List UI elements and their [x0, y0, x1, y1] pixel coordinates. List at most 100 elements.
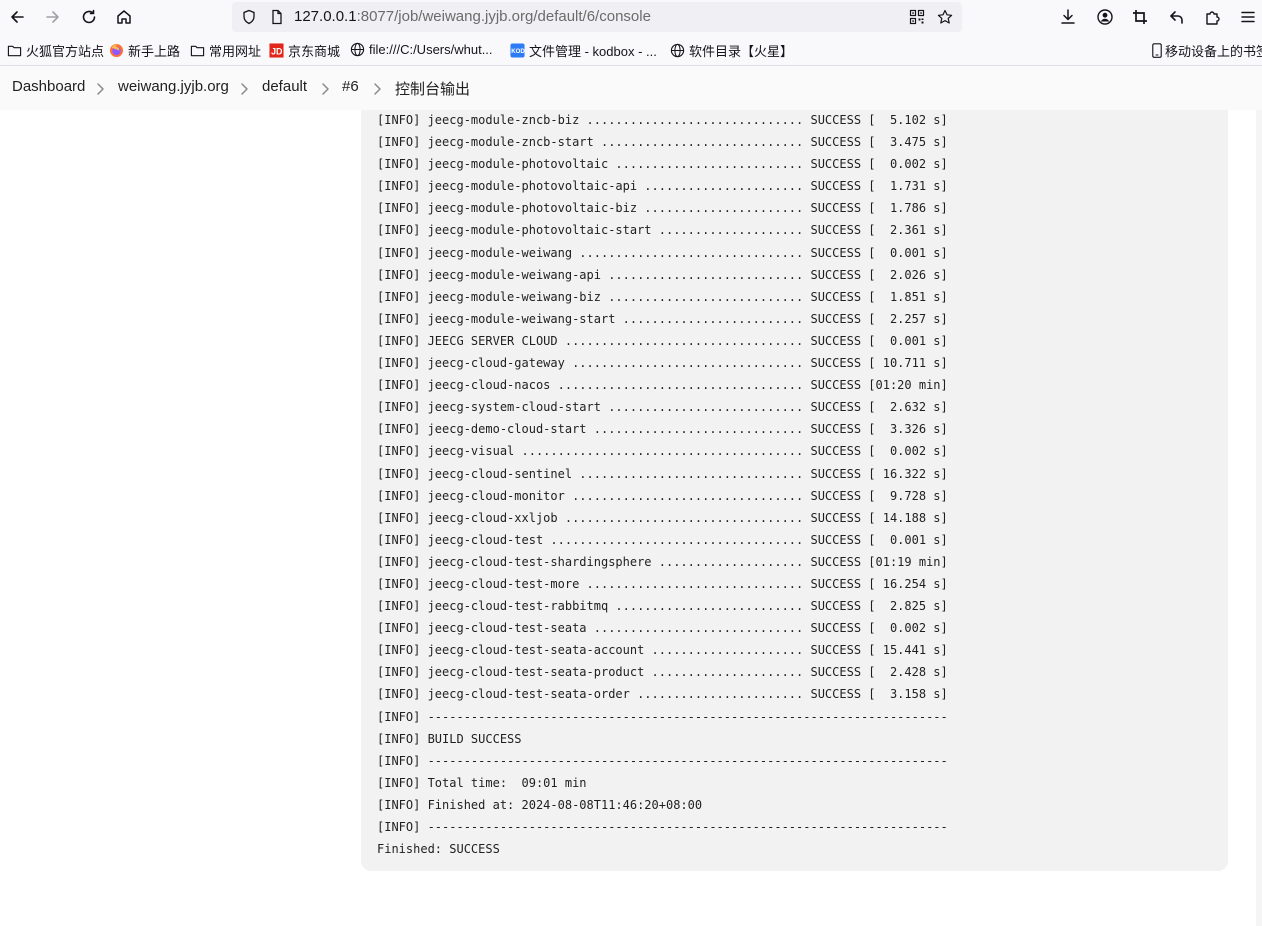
- breadcrumb-build[interactable]: #6: [342, 78, 359, 95]
- account-button[interactable]: [1091, 3, 1119, 31]
- mobile-bookmarks[interactable]: 移动设备上的书签: [1151, 41, 1262, 60]
- chevron-right-icon: [239, 81, 251, 95]
- reload-icon: [82, 9, 96, 24]
- globe-icon: [669, 43, 685, 59]
- console-line: [INFO] Total time: 09:01 min: [377, 775, 587, 790]
- console-line: [INFO] ---------------------------------…: [377, 709, 948, 724]
- screenshot-button[interactable]: [1126, 3, 1154, 31]
- bookmark-label: 火狐官方站点: [26, 44, 105, 59]
- url-bar[interactable]: 127.0.0.1:8077/job/weiwang.jyjb.org/defa…: [232, 2, 962, 32]
- console-output: [INFO] jeecg-module-zncb-biz ...........…: [377, 109, 1217, 860]
- bookmark-label: file:///C:/Users/whut...: [369, 41, 493, 57]
- folder-icon: [6, 43, 22, 59]
- mobile-device-icon: [1151, 43, 1163, 59]
- kodbox-icon: KOD: [509, 43, 525, 59]
- console-line: [INFO] jeecg-cloud-test-more ...........…: [377, 576, 948, 591]
- console-line: [INFO] jeecg-cloud-test-seata ..........…: [377, 621, 948, 636]
- console-line: [INFO] jeecg-system-cloud-start ........…: [377, 400, 948, 415]
- console-line: [INFO] jeecg-cloud-monitor .............…: [377, 488, 948, 503]
- url-text[interactable]: 127.0.0.1:8077/job/weiwang.jyjb.org/defa…: [294, 8, 651, 25]
- download-icon: [1061, 9, 1075, 24]
- reload-button[interactable]: [75, 3, 103, 31]
- breadcrumb-dashboard[interactable]: Dashboard: [12, 78, 85, 95]
- console-line: [INFO] jeecg-module-zncb-biz ...........…: [377, 113, 948, 127]
- extensions-button[interactable]: [1199, 3, 1227, 31]
- console-line: [INFO] jeecg-cloud-test-rabbitmq .......…: [377, 599, 948, 614]
- puzzle-icon: [1206, 11, 1220, 25]
- undo-icon: [1170, 11, 1183, 24]
- console-line: [INFO] ---------------------------------…: [377, 753, 948, 768]
- home-button[interactable]: [110, 3, 138, 31]
- console-line: [INFO] jeecg-cloud-test-seata-order ....…: [377, 687, 948, 702]
- menu-button[interactable]: [1234, 3, 1262, 31]
- console-line: [INFO] ---------------------------------…: [377, 820, 948, 834]
- back-button[interactable]: [3, 3, 31, 31]
- shield-icon[interactable]: [240, 8, 258, 26]
- breadcrumb-job[interactable]: weiwang.jyjb.org: [118, 78, 229, 95]
- console-line: [INFO] jeecg-visual ....................…: [377, 444, 948, 459]
- bookmark-item[interactable]: 常用网址: [189, 41, 261, 60]
- console-line: [INFO] JEECG SERVER CLOUD ..............…: [377, 333, 948, 348]
- console-line: [INFO] jeecg-module-weiwang-biz ........…: [377, 289, 948, 304]
- home-icon: [117, 10, 131, 24]
- bookmark-item[interactable]: 软件目录【火星】: [669, 41, 793, 60]
- page-icon[interactable]: [268, 8, 286, 26]
- console-line: [INFO] jeecg-module-weiwang-start ......…: [377, 311, 948, 326]
- bookmark-item[interactable]: 新手上路: [108, 41, 180, 60]
- account-icon: [1097, 9, 1113, 25]
- bookmarks-bar: 火狐官方站点 新手上路 常用网址 JD 京东商城 file:///C:/User…: [0, 34, 1262, 66]
- back-arrow-icon: [11, 11, 24, 23]
- svg-text:JD: JD: [271, 46, 283, 56]
- console-line: Finished: SUCCESS: [377, 842, 500, 857]
- breadcrumb: Dashboard weiwang.jyjb.org default #6 控制…: [0, 66, 1262, 110]
- console-line: [INFO] jeecg-cloud-test-seata-account ..…: [377, 643, 948, 658]
- console-line: [INFO] BUILD SUCCESS: [377, 731, 522, 746]
- chevron-right-icon: [95, 81, 107, 95]
- chevron-right-icon: [372, 81, 384, 95]
- bookmark-star-icon[interactable]: [936, 8, 954, 26]
- console-line: [INFO] jeecg-cloud-nacos ...............…: [377, 378, 948, 393]
- console-line: [INFO] jeecg-module-photovoltaic-start .…: [377, 223, 948, 238]
- qr-code-icon[interactable]: [908, 8, 926, 26]
- bookmark-label: 京东商城: [288, 44, 341, 59]
- breadcrumb-console-output[interactable]: 控制台输出: [395, 78, 470, 99]
- page-scrollbar[interactable]: [1256, 110, 1262, 926]
- forward-arrow-icon: [46, 11, 59, 23]
- bookmark-label: 新手上路: [128, 44, 181, 59]
- bookmark-label: 文件管理 - kodbox - ...: [529, 44, 657, 59]
- bookmark-item[interactable]: KOD 文件管理 - kodbox - ...: [509, 41, 657, 60]
- console-line: [INFO] jeecg-module-photovoltaic-biz ...…: [377, 201, 948, 216]
- console-line: [INFO] jeecg-module-weiwang ............…: [377, 245, 948, 260]
- url-path: :8077/job/weiwang.jyjb.org/default/6/con…: [356, 8, 651, 25]
- console-line: [INFO] jeecg-module-photovoltaic .......…: [377, 157, 948, 172]
- svg-text:KOD: KOD: [511, 48, 525, 55]
- bookmark-label: 软件目录【火星】: [689, 44, 794, 59]
- url-host: 127.0.0.1: [294, 8, 357, 25]
- console-line: [INFO] jeecg-cloud-test-seata-product ..…: [377, 665, 948, 680]
- firefox-icon: [108, 43, 124, 59]
- console-line: [INFO] jeecg-cloud-gateway .............…: [377, 356, 948, 371]
- chevron-right-icon: [320, 81, 332, 95]
- console-line: [INFO] jeecg-module-zncb-start .........…: [377, 135, 948, 150]
- downloads-button[interactable]: [1054, 3, 1082, 31]
- console-line: [INFO] jeecg-cloud-test ................…: [377, 532, 948, 547]
- console-line: [INFO] Finished at: 2024-08-08T11:46:20+…: [377, 797, 703, 812]
- console-line: [INFO] jeecg-cloud-test-shardingsphere .…: [377, 554, 948, 569]
- breadcrumb-branch[interactable]: default: [262, 78, 307, 95]
- console-line: [INFO] jeecg-cloud-sentinel ............…: [377, 466, 948, 481]
- console-line: [INFO] jeecg-module-photovoltaic-api ...…: [377, 179, 948, 194]
- undo-button[interactable]: [1163, 3, 1191, 31]
- bookmark-item[interactable]: file:///C:/Users/whut...: [349, 41, 493, 57]
- console-line: [INFO] jeecg-cloud-xxljob ..............…: [377, 510, 948, 525]
- jd-icon: JD: [268, 43, 284, 59]
- crop-icon: [1133, 10, 1147, 24]
- console-line: [INFO] jeecg-module-weiwang-api ........…: [377, 267, 948, 282]
- browser-toolbar: 127.0.0.1:8077/job/weiwang.jyjb.org/defa…: [0, 0, 1262, 34]
- bookmark-label: 常用网址: [209, 44, 262, 59]
- bookmark-item[interactable]: 火狐官方站点: [6, 41, 104, 60]
- hamburger-icon: [1241, 11, 1255, 23]
- forward-button[interactable]: [39, 3, 67, 31]
- bookmark-item[interactable]: JD 京东商城: [268, 41, 340, 60]
- folder-icon: [189, 43, 205, 59]
- console-line: [INFO] jeecg-demo-cloud-start ..........…: [377, 422, 948, 437]
